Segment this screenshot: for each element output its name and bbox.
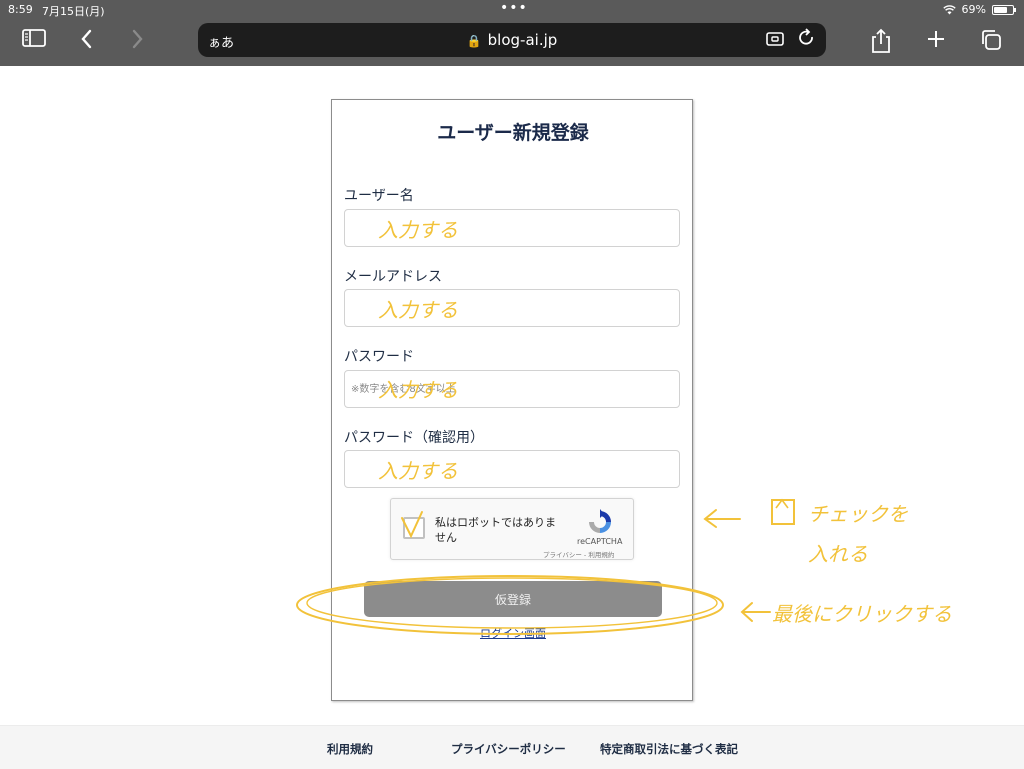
recaptcha-logo-icon (589, 509, 611, 533)
annotation-click: 最後にクリックする (772, 602, 952, 626)
annotation-password-confirm: 入力する (378, 459, 458, 483)
wifi-icon (942, 4, 956, 14)
safari-chrome: 8:59 7月15日(月) ••• 69% ぁあ 🔒 blog-ai.jp (0, 0, 1024, 66)
page-title: ユーザー新規登録 (437, 122, 589, 144)
address-bar[interactable]: ぁあ 🔒 blog-ai.jp (198, 23, 826, 57)
login-link[interactable]: ログイン画面 (332, 625, 694, 641)
annotation-check-line1: チェックを (808, 502, 908, 526)
password-confirm-label: パスワード（確認用） (344, 430, 484, 446)
annotation-check-line2: 入れる (808, 542, 868, 566)
status-right: 69% (942, 3, 1016, 16)
username-label: ユーザー名 (344, 188, 414, 204)
new-tab-icon[interactable] (923, 28, 949, 52)
multitasking-dots-icon[interactable]: ••• (500, 0, 528, 16)
forward-icon[interactable] (124, 28, 150, 52)
battery-percent: 69% (961, 3, 986, 16)
footer-link-terms[interactable]: 利用規約 (327, 741, 373, 757)
recaptcha-widget: 私はロボットではありません reCAPTCHA プライバシー - 利用規約 (390, 498, 634, 560)
back-icon[interactable] (74, 28, 100, 52)
status-bar: 8:59 7月15日(月) ••• 69% (0, 0, 1024, 20)
share-icon[interactable] (868, 28, 894, 53)
recaptcha-checkbox[interactable] (403, 517, 425, 539)
annotation-password: 入力する (378, 378, 458, 402)
reload-icon[interactable] (798, 28, 816, 53)
url-text: blog-ai.jp (487, 31, 558, 49)
extension-icon[interactable] (766, 30, 786, 52)
status-date: 7月15日(月) (42, 5, 105, 18)
email-label: メールアドレス (344, 269, 442, 285)
url-display[interactable]: 🔒 blog-ai.jp (198, 31, 826, 49)
annotation-username: 入力する (378, 218, 458, 242)
footer-link-commerce[interactable]: 特定商取引法に基づく表記 (600, 741, 738, 757)
tabs-icon[interactable] (978, 28, 1004, 52)
recaptcha-links[interactable]: プライバシー - 利用規約 (543, 549, 614, 559)
recaptcha-brand: reCAPTCHA (577, 537, 623, 546)
footer-link-privacy[interactable]: プライバシーポリシー (451, 741, 566, 757)
recaptcha-label: 私はロボットではありません (435, 516, 556, 544)
annotation-email: 入力する (378, 298, 458, 322)
provisional-register-button[interactable]: 仮登録 (364, 581, 662, 617)
sidebar-icon[interactable] (21, 28, 47, 52)
battery-icon (992, 4, 1016, 15)
footer: 利用規約 プライバシーポリシー 特定商取引法に基づく表記 (0, 725, 1024, 769)
lock-icon: 🔒 (466, 34, 482, 48)
password-label: パスワード (344, 349, 414, 365)
status-time: 8:59 (8, 3, 33, 16)
